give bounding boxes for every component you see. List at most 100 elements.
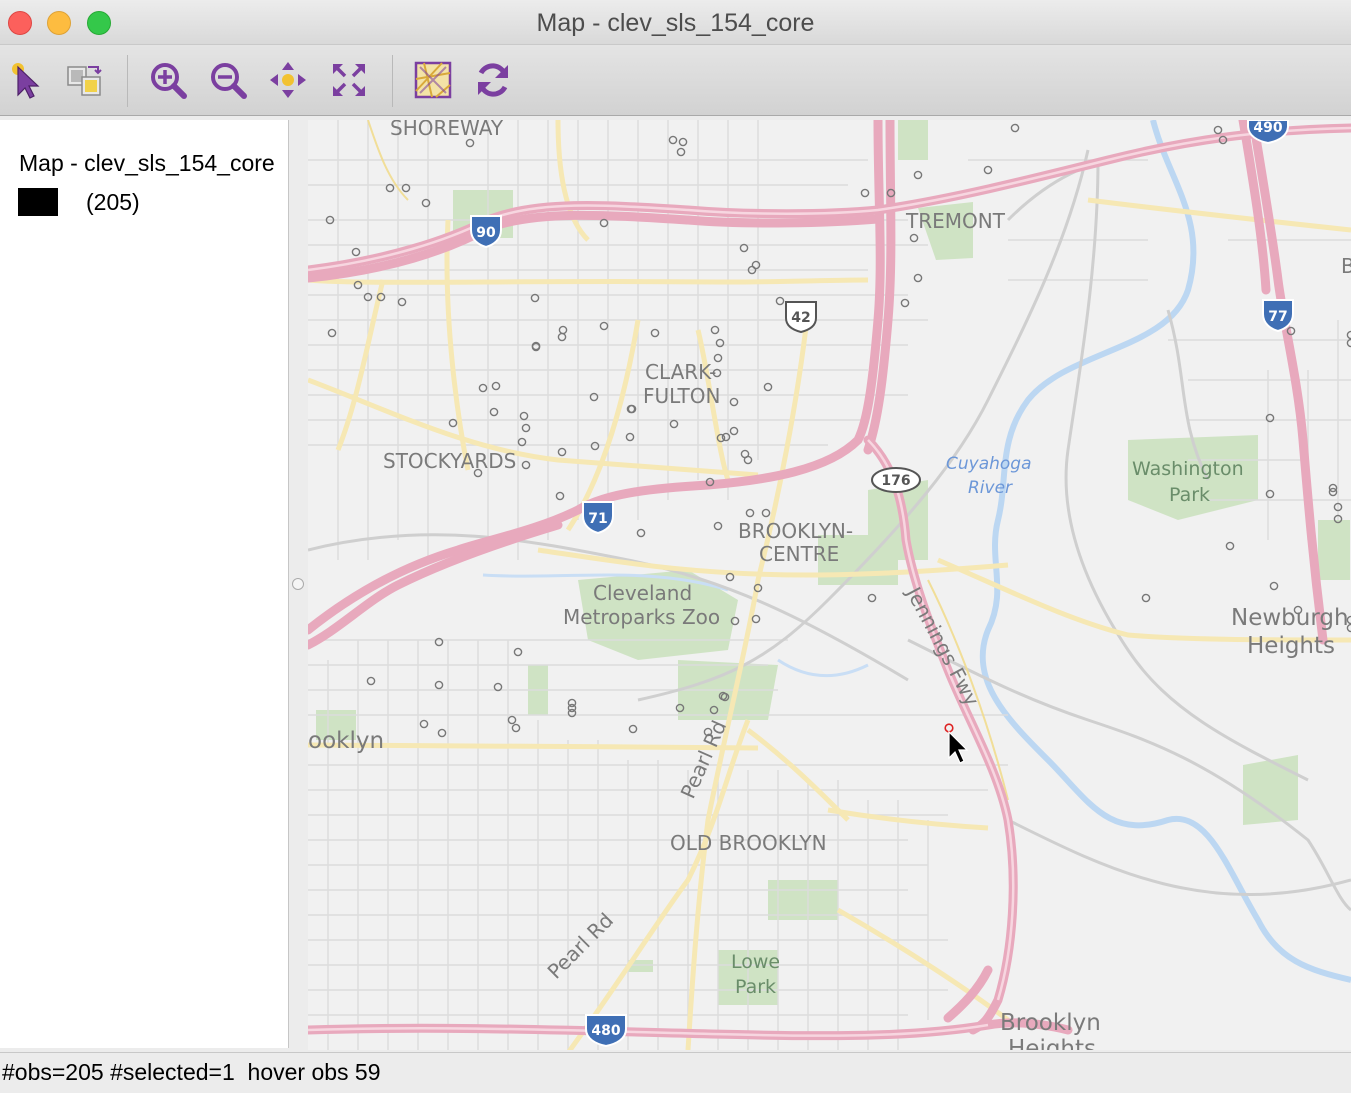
label-stockyards: STOCKYARDS <box>383 449 516 473</box>
observation-point[interactable] <box>650 328 660 338</box>
label-newburgh-2: Heights <box>1247 633 1335 659</box>
observation-point[interactable] <box>1010 123 1020 133</box>
observation-point[interactable] <box>900 298 910 308</box>
select-arrow-icon <box>12 63 40 99</box>
label-cuyahoga-1: Cuyahoga <box>946 454 1032 474</box>
observation-point[interactable] <box>419 719 429 729</box>
observation-point[interactable] <box>1346 615 1351 625</box>
observation-point[interactable] <box>366 676 376 686</box>
observation-point[interactable] <box>327 328 337 338</box>
label-washington-1: Washington <box>1132 458 1244 480</box>
map-options-button[interactable] <box>64 59 106 101</box>
observation-point[interactable] <box>1213 125 1223 135</box>
observation-point[interactable] <box>983 165 993 175</box>
observation-point[interactable] <box>513 647 523 657</box>
observation-point[interactable] <box>489 407 499 417</box>
observation-point[interactable] <box>909 233 919 243</box>
observation-point[interactable] <box>397 297 407 307</box>
i480-shield: 480 <box>585 1014 627 1048</box>
observation-point[interactable] <box>729 397 739 407</box>
observation-point[interactable] <box>434 680 444 690</box>
observation-point[interactable] <box>465 138 475 148</box>
cuyahoga-river <box>979 120 1351 983</box>
zoom-out-button[interactable] <box>207 59 249 101</box>
label-zoo-1: Cleveland <box>593 581 692 605</box>
observation-point[interactable] <box>590 441 600 451</box>
observation-point[interactable] <box>761 508 771 518</box>
legend-count: (205) <box>86 189 140 215</box>
label-shoreway: SHOREWAY <box>390 120 504 140</box>
observation-point[interactable] <box>599 321 609 331</box>
observation-point[interactable] <box>668 135 678 145</box>
i490-label: 490 <box>1253 120 1282 136</box>
observation-point[interactable] <box>1141 593 1151 603</box>
observation-point[interactable] <box>478 383 488 393</box>
refresh-button[interactable] <box>472 59 514 101</box>
select-tool-button[interactable] <box>6 59 48 101</box>
label-cuyahoga-2: River <box>968 478 1013 498</box>
observation-point[interactable] <box>491 381 501 391</box>
observation-point[interactable] <box>519 411 529 421</box>
legend-title: Map - clev_sls_154_core <box>19 150 275 176</box>
zoom-in-button[interactable] <box>147 59 189 101</box>
observation-point[interactable] <box>511 723 521 733</box>
observation-point[interactable] <box>625 432 635 442</box>
status-text: #obs=205 #selected=1 hover obs 59 <box>2 1059 381 1085</box>
observation-point[interactable] <box>867 593 877 603</box>
observation-point[interactable] <box>713 521 723 531</box>
observation-point[interactable] <box>913 273 923 283</box>
observation-point[interactable] <box>775 296 785 306</box>
observation-point[interactable] <box>1346 623 1351 633</box>
legend-swatch[interactable] <box>18 188 58 216</box>
map-canvas[interactable]: 90 71 77 480 490 42 176 SHOREWAY TREMONT… <box>308 120 1351 1050</box>
i90-label: 90 <box>476 225 496 241</box>
observation-point[interactable] <box>521 423 531 433</box>
label-lowe-1: Lowe <box>731 951 780 973</box>
observation-point[interactable] <box>521 460 531 470</box>
observation-point[interactable] <box>1269 581 1279 591</box>
observation-point[interactable] <box>710 325 720 335</box>
observation-point[interactable] <box>558 325 568 335</box>
toolbar-separator <box>127 55 128 107</box>
observation-point[interactable] <box>763 382 773 392</box>
i71-shield: 71 <box>582 501 614 535</box>
observation-point[interactable] <box>507 715 517 725</box>
label-clark: CLARK- <box>645 360 716 384</box>
observation-point[interactable] <box>913 170 923 180</box>
observation-point[interactable] <box>437 728 447 738</box>
label-washington-2: Park <box>1169 484 1210 506</box>
observation-point[interactable] <box>713 353 723 363</box>
observation-point[interactable] <box>555 491 565 501</box>
observation-point[interactable] <box>636 528 646 538</box>
splitter-handle[interactable] <box>292 578 304 590</box>
i71-label: 71 <box>588 511 607 527</box>
panel-splitter[interactable] <box>289 120 308 1048</box>
full-extent-button[interactable] <box>328 59 370 101</box>
observation-point[interactable] <box>557 332 567 342</box>
label-jennings-fwy: Jennings Fwy <box>901 581 985 710</box>
us42-shield: 42 <box>785 301 817 334</box>
observation-point[interactable] <box>743 455 753 465</box>
observation-point[interactable] <box>1225 541 1235 551</box>
selected-observation[interactable] <box>944 723 954 733</box>
refresh-icon <box>478 63 508 97</box>
observation-point[interactable] <box>557 447 567 457</box>
pan-button[interactable] <box>267 59 309 101</box>
observation-point[interactable] <box>567 698 577 708</box>
observation-point[interactable] <box>351 247 361 257</box>
observation-point[interactable] <box>1346 330 1351 340</box>
label-newburgh-1: Newburgh <box>1231 605 1349 631</box>
us42-label: 42 <box>791 310 810 326</box>
observation-point[interactable] <box>860 188 870 198</box>
observation-point[interactable] <box>751 614 761 624</box>
i77-label: 77 <box>1268 309 1287 325</box>
observation-point[interactable] <box>628 724 638 734</box>
observation-point[interactable] <box>669 419 679 429</box>
i77-shield: 77 <box>1262 299 1294 333</box>
sr176-shield: 176 <box>871 467 921 493</box>
basemap-button[interactable] <box>412 59 454 101</box>
observation-point[interactable] <box>676 147 686 157</box>
observation-point[interactable] <box>729 426 739 436</box>
observation-point[interactable] <box>745 508 755 518</box>
observation-point[interactable] <box>678 137 688 147</box>
